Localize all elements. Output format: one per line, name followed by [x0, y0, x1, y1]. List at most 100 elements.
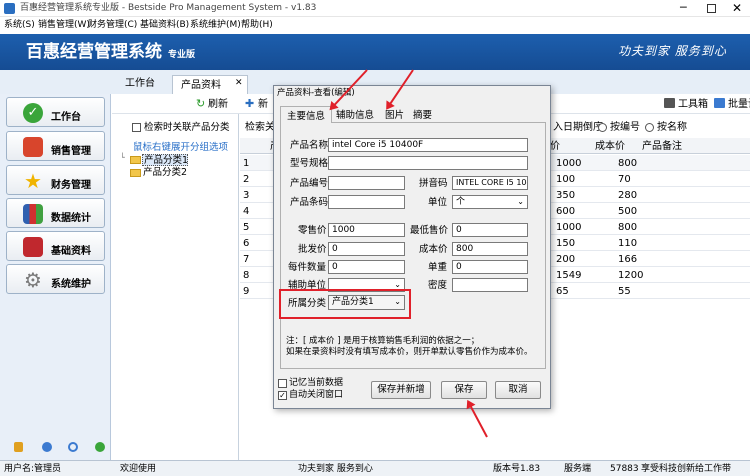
status-service: 服务端: [564, 464, 592, 474]
sidebar-item-statistics[interactable]: 数据统计: [6, 198, 105, 228]
tab-workbench[interactable]: 工作台: [125, 79, 155, 89]
menu-system[interactable]: 系统(S): [4, 21, 35, 30]
cost-field[interactable]: 800: [452, 242, 528, 256]
menu-maintenance[interactable]: 系统维护(M): [190, 21, 241, 30]
tab-images[interactable]: 图片: [385, 111, 404, 121]
banner-title: 百惠经营管理系统: [26, 42, 162, 62]
menu-basic[interactable]: 基础资料(B): [140, 21, 189, 30]
row-cost: 55: [618, 286, 631, 297]
refresh-icon: ↻: [196, 97, 206, 110]
tree-node-label: 产品分类1: [144, 155, 189, 166]
new-icon: ✚: [245, 97, 255, 110]
row-number: 1: [243, 158, 250, 169]
tree-node-selected[interactable]: 产品分类1: [142, 154, 188, 166]
info-icon[interactable]: [42, 442, 52, 452]
sidebar-label: 工作台: [51, 112, 81, 123]
unit-select[interactable]: 个 ⌄: [452, 195, 528, 209]
sort-by-name-radio[interactable]: [645, 123, 654, 132]
house-icon: [23, 137, 43, 157]
product-edit-dialog: 产品资料-查看(编辑) 主要信息 辅助信息 图片 摘要 产品名称 intel C…: [273, 85, 551, 409]
min-price-label: 最低售价: [410, 225, 449, 236]
column-header[interactable]: 价: [550, 142, 560, 152]
sidebar-item-workbench[interactable]: ✓ 工作台: [6, 97, 105, 127]
batch-settings-button[interactable]: 批量设置: [728, 100, 750, 110]
pinyin-field[interactable]: INTEL CORE I5 10-: [452, 176, 528, 190]
tree-expander-icon[interactable]: └: [120, 154, 125, 162]
qty-field[interactable]: 0: [328, 260, 405, 274]
sidebar-label: 基础资料: [51, 246, 91, 257]
toolbox-button[interactable]: 工具箱: [678, 100, 708, 110]
status-bar: 用户名:管理员 欢迎使用 功夫到家 服务到心 版本号1.83 服务端 57883…: [0, 460, 750, 476]
retail-label: 零售价: [298, 225, 327, 236]
folder-icon: [130, 169, 141, 177]
sidebar-item-maintenance[interactable]: ⚙ 系统维护: [6, 264, 105, 294]
row-number: 8: [243, 270, 250, 281]
close-button[interactable]: ✕: [732, 2, 742, 14]
add-icon[interactable]: [95, 442, 105, 452]
category-select[interactable]: 产品分类1 ⌄: [328, 295, 405, 310]
column-header[interactable]: 成本价: [595, 142, 625, 152]
banner-slogan: 功夫到家 服务到心: [618, 44, 727, 58]
menu-help[interactable]: 帮助(H): [241, 21, 273, 30]
sort-by-code-radio[interactable]: [598, 123, 607, 132]
search-icon[interactable]: [68, 442, 78, 452]
name-field[interactable]: intel Core i5 10400F: [328, 138, 528, 152]
link-category-checkbox[interactable]: [132, 123, 141, 132]
tab-products[interactable]: 产品资料 ✕: [172, 75, 248, 94]
new-button[interactable]: 新: [258, 100, 268, 110]
weight-field[interactable]: 0: [452, 260, 528, 274]
barcode-label: 产品条码: [290, 197, 329, 208]
autoclose-checkbox[interactable]: ✓: [278, 391, 287, 400]
density-field[interactable]: [452, 278, 528, 292]
refresh-button[interactable]: 刷新: [208, 100, 228, 110]
category-value: 产品分类1: [332, 297, 374, 307]
tab-close-icon[interactable]: ✕: [235, 79, 243, 88]
sidebar-item-basic[interactable]: 基础资料: [6, 231, 105, 261]
row-price: 1000: [556, 158, 582, 169]
gear-icon: ⚙: [24, 268, 42, 292]
code-label: 产品编号: [290, 178, 329, 189]
barcode-field[interactable]: [328, 195, 405, 209]
sidebar-label: 数据统计: [51, 213, 91, 224]
save-button[interactable]: 保存: [441, 381, 487, 399]
status-company: 享受科技创新给工作带: [641, 464, 732, 474]
sidebar-label: 销售管理: [51, 146, 91, 157]
retail-field[interactable]: 1000: [328, 223, 405, 237]
note-line-2: 如果在录资料时没有填写成本价，则开单默认零售价作为成本价。: [286, 347, 533, 357]
remember-checkbox[interactable]: [278, 379, 287, 388]
menu-sales[interactable]: 销售管理(W): [38, 21, 90, 30]
sort-by-name-label: 按名称: [657, 122, 687, 133]
column-header[interactable]: 产品备注: [642, 142, 682, 152]
row-cost: 166: [618, 254, 638, 265]
spec-field[interactable]: [328, 156, 528, 170]
tab-products-label: 产品资料: [181, 80, 221, 91]
tab-summary[interactable]: 摘要: [413, 111, 432, 121]
status-port: 57883: [610, 464, 639, 474]
window-title: 百惠经营管理系统专业版 - Bestside Pro Management Sy…: [20, 3, 317, 13]
menu-finance[interactable]: 财务管理(C): [88, 21, 137, 30]
maximize-button[interactable]: [707, 4, 716, 13]
tab-aux-info[interactable]: 辅助信息: [336, 111, 374, 121]
minimize-button[interactable]: ─: [680, 2, 687, 13]
row-number: 3: [243, 190, 250, 201]
sort-date-label[interactable]: 入日期倒序: [553, 123, 603, 133]
note-line-1: 注：[ 成本价 ] 是用于核算销售毛利润的依据之一；: [286, 336, 480, 346]
cancel-button[interactable]: 取消: [495, 381, 541, 399]
save-and-new-button[interactable]: 保存并新增: [371, 381, 431, 399]
row-cost: 280: [618, 190, 638, 201]
category-tree-pane: 检索时关联产品分类 鼠标右键展开分组选项 └ 产品分类1 产品分类2: [112, 114, 239, 460]
row-cost: 110: [618, 238, 638, 249]
tree-node-2[interactable]: 产品分类2: [143, 168, 187, 178]
search-label: 检索关: [245, 122, 275, 133]
lock-icon[interactable]: [14, 442, 23, 452]
sidebar-item-finance[interactable]: ★ 财务管理: [6, 165, 105, 195]
wholesale-field[interactable]: 0: [328, 242, 405, 256]
row-price: 150: [556, 238, 576, 249]
code-field[interactable]: [328, 176, 405, 190]
chevron-down-icon: ⌄: [394, 297, 401, 306]
row-cost: 1200: [618, 270, 644, 281]
min-price-field[interactable]: 0: [452, 223, 528, 237]
tab-main-info[interactable]: 主要信息: [280, 106, 332, 123]
wholesale-label: 批发价: [298, 244, 327, 255]
sidebar-item-sales[interactable]: 销售管理: [6, 131, 105, 161]
